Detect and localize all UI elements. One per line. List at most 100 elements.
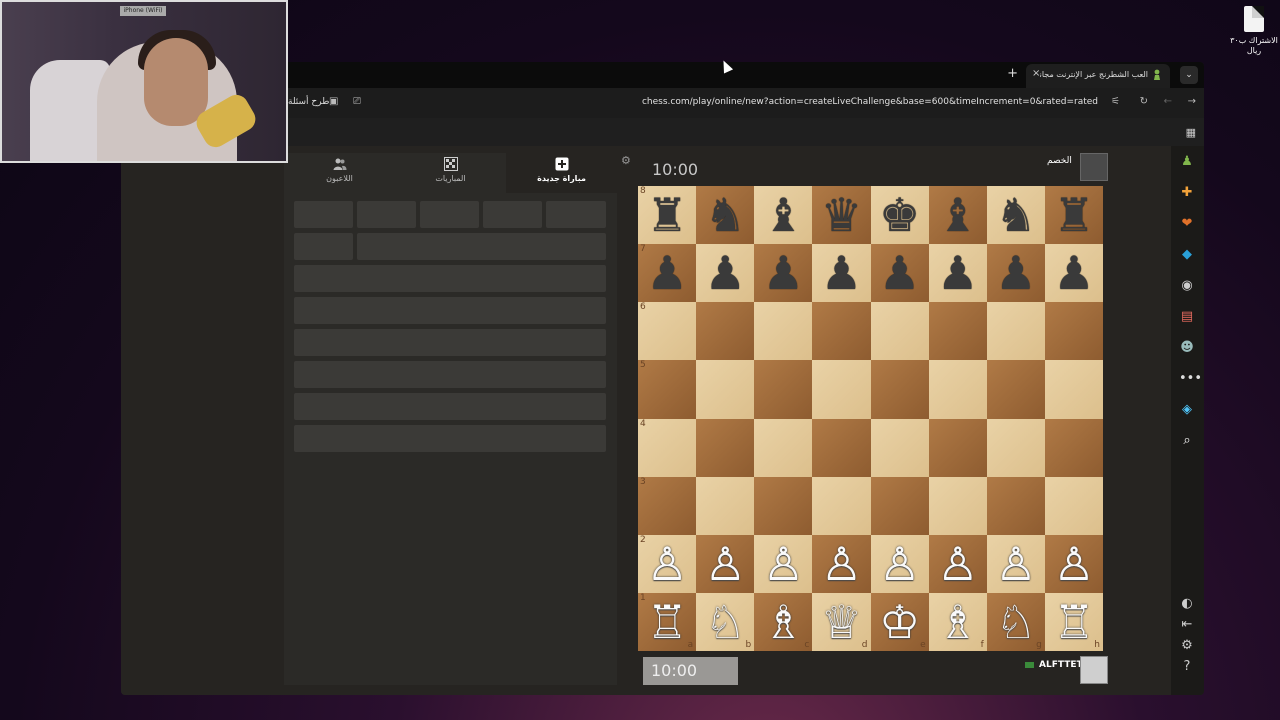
board-square[interactable]: ♙ — [986, 534, 1045, 593]
chess-piece[interactable]: ♘ — [705, 599, 746, 645]
desktop-file-icon[interactable]: الاشتراك ب٣٠ ريال — [1228, 6, 1280, 56]
board-square[interactable] — [928, 360, 987, 419]
chess-piece[interactable]: ♙ — [646, 541, 687, 587]
board-square[interactable] — [986, 302, 1045, 361]
chess-piece[interactable]: ♕ — [821, 599, 862, 645]
board-square[interactable]: 6 — [638, 302, 697, 361]
board-square[interactable]: b ♘ — [696, 592, 755, 651]
board-settings-gear-icon[interactable]: ⚙ — [621, 154, 631, 167]
tab-new-game[interactable]: مباراة جديدة — [506, 153, 617, 193]
chess-piece[interactable]: ♗ — [937, 599, 978, 645]
board-square[interactable] — [754, 418, 813, 477]
pawn-icon[interactable]: ♟ — [1179, 154, 1195, 170]
chess-piece[interactable]: ♚ — [879, 192, 920, 238]
chess-piece[interactable]: ♜ — [1053, 192, 1094, 238]
chess-piece[interactable]: ♟ — [763, 250, 804, 296]
search-icon[interactable]: ⌕ — [1179, 433, 1195, 449]
board-square[interactable]: ♙ — [870, 534, 929, 593]
board-square[interactable]: 4 — [638, 418, 697, 477]
tab-menu-chevron-icon[interactable]: ⌄ — [1180, 66, 1198, 84]
board-square[interactable] — [986, 476, 1045, 535]
chess-piece[interactable]: ♝ — [763, 192, 804, 238]
chess-piece[interactable]: ♛ — [821, 192, 862, 238]
board-square[interactable] — [696, 302, 755, 361]
chess-piece[interactable]: ♙ — [995, 541, 1036, 587]
chess-piece[interactable]: ♙ — [821, 541, 862, 587]
browser-tab[interactable]: العب الشطرنج عبر الإنترنت مجاناً × — [1026, 64, 1170, 88]
board-square[interactable]: ♝ — [928, 186, 987, 245]
chess-piece[interactable]: ♔ — [879, 599, 920, 645]
board-square[interactable]: g ♘ — [986, 592, 1045, 651]
collapse-icon[interactable]: ⇤ — [1179, 617, 1195, 633]
chess-piece[interactable]: ♙ — [937, 541, 978, 587]
settings-icon[interactable]: ⚙ — [1179, 638, 1195, 654]
board-square[interactable] — [754, 360, 813, 419]
watch-icon[interactable]: ◉ — [1179, 278, 1195, 294]
board-square[interactable]: ♟ — [812, 244, 871, 303]
news-icon[interactable]: ▤ — [1179, 309, 1195, 325]
board-square[interactable] — [812, 418, 871, 477]
chat-icon[interactable]: ▣ — [329, 96, 338, 107]
board-square[interactable]: ♛ — [812, 186, 871, 245]
chess-piece[interactable]: ♟ — [879, 250, 920, 296]
chess-piece[interactable]: ♟ — [705, 250, 746, 296]
tab-players[interactable]: اللاعبون — [284, 153, 395, 193]
board-square[interactable] — [812, 360, 871, 419]
reload-icon[interactable]: ↻ — [1140, 96, 1148, 107]
board-square[interactable]: ♚ — [870, 186, 929, 245]
board-square[interactable]: ♙ — [1044, 534, 1103, 593]
board-square[interactable]: ♟ — [754, 244, 813, 303]
help-icon[interactable]: ? — [1179, 659, 1195, 675]
forward-arrow-icon[interactable]: → — [1188, 96, 1196, 107]
apps-grid-icon[interactable]: ▦ — [1186, 126, 1196, 139]
board-square[interactable] — [986, 360, 1045, 419]
install-app-icon[interactable]: ⎚ — [353, 96, 361, 107]
board-square[interactable] — [1044, 360, 1103, 419]
board-square[interactable]: ♟ — [696, 244, 755, 303]
board-square[interactable]: 3 — [638, 476, 697, 535]
board-square[interactable]: ♟ — [928, 244, 987, 303]
board-square[interactable] — [696, 360, 755, 419]
board-square[interactable] — [1044, 418, 1103, 477]
board-square[interactable]: ♙ — [696, 534, 755, 593]
board-square[interactable] — [1044, 302, 1103, 361]
social-icon[interactable]: ☻ — [1179, 340, 1195, 356]
chess-piece[interactable]: ♞ — [705, 192, 746, 238]
board-square[interactable] — [870, 360, 929, 419]
chess-piece[interactable]: ♙ — [763, 541, 804, 587]
board-square[interactable]: ♞ — [696, 186, 755, 245]
board-square[interactable]: ♟ — [1044, 244, 1103, 303]
new-tab-button[interactable]: + — [1007, 66, 1018, 81]
board-square[interactable]: h ♖ — [1044, 592, 1103, 651]
chess-piece[interactable]: ♟ — [821, 250, 862, 296]
board-square[interactable]: ♙ — [928, 534, 987, 593]
chess-piece[interactable]: ♙ — [1053, 541, 1094, 587]
board-square[interactable] — [754, 302, 813, 361]
chess-piece[interactable]: ♘ — [995, 599, 1036, 645]
board-square[interactable] — [870, 302, 929, 361]
ask-questions-label[interactable]: طرح أسئلة — [288, 97, 329, 107]
theme-icon[interactable]: ◐ — [1179, 596, 1195, 612]
learn-icon[interactable]: ◆ — [1179, 247, 1195, 263]
board-square[interactable]: f ♗ — [928, 592, 987, 651]
board-square[interactable] — [696, 476, 755, 535]
back-arrow-icon[interactable]: ← — [1164, 96, 1172, 107]
board-square[interactable]: ♜ — [1044, 186, 1103, 245]
chess-piece[interactable]: ♙ — [879, 541, 920, 587]
board-square[interactable]: c ♗ — [754, 592, 813, 651]
board-square[interactable] — [870, 476, 929, 535]
board-square[interactable] — [1044, 476, 1103, 535]
chess-piece[interactable]: ♟ — [995, 250, 1036, 296]
chess-piece[interactable]: ♟ — [937, 250, 978, 296]
chess-piece[interactable]: ♗ — [763, 599, 804, 645]
chess-piece[interactable]: ♖ — [646, 599, 687, 645]
board-square[interactable]: d ♕ — [812, 592, 871, 651]
board-square[interactable]: 2 ♙ — [638, 534, 697, 593]
board-square[interactable]: 5 — [638, 360, 697, 419]
board-square[interactable] — [812, 302, 871, 361]
chess-piece[interactable]: ♖ — [1053, 599, 1094, 645]
tab-games[interactable]: المباريات — [395, 153, 506, 193]
chess-piece[interactable]: ♙ — [705, 541, 746, 587]
lesson-icon[interactable]: ❤ — [1179, 216, 1195, 232]
chess-piece[interactable]: ♝ — [937, 192, 978, 238]
